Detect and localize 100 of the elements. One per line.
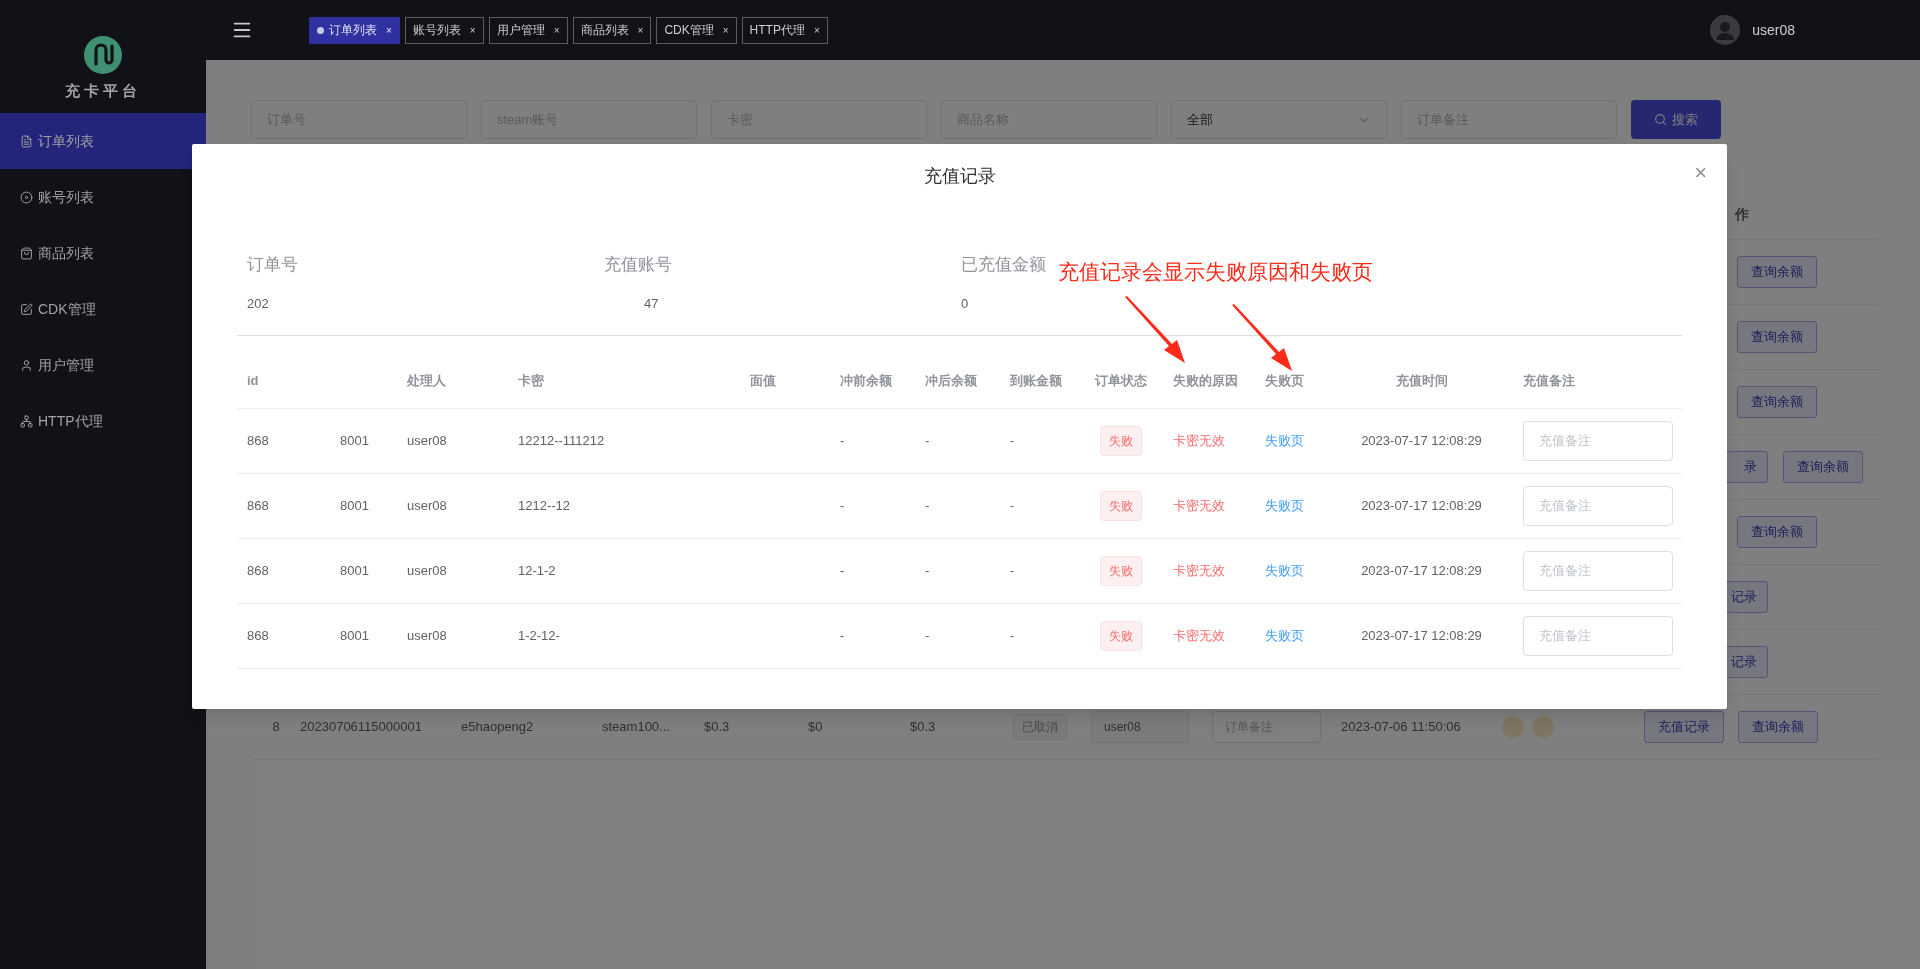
sidebar-item[interactable]: 商品列表 xyxy=(0,225,206,281)
dialog-title: 充值记录 xyxy=(923,164,996,188)
column-header: 充值备注 xyxy=(1523,372,1575,388)
table-cell: 8001 xyxy=(340,497,369,513)
table-cell: 1212--12 xyxy=(518,497,571,513)
table-cell: - xyxy=(1010,432,1015,448)
action-button[interactable]: 查询余额 xyxy=(1737,516,1817,548)
close-icon[interactable]: × xyxy=(813,22,820,38)
page-tab[interactable]: 订单列表 × xyxy=(309,16,400,44)
close-icon[interactable]: × xyxy=(637,22,644,38)
table-cell: 868 xyxy=(247,497,269,513)
table-cell: - xyxy=(1010,627,1015,643)
close-icon[interactable]: × xyxy=(722,22,729,38)
annotation-arrow xyxy=(1124,296,1186,364)
page-tab[interactable]: 商品列表 × xyxy=(572,16,652,44)
action-button[interactable]: 查询余额 xyxy=(1783,451,1863,483)
column-header: 处理人 xyxy=(407,372,446,388)
table-cell: 2023-07-17 12:08:29 xyxy=(1361,497,1482,513)
action-button[interactable]: 查询余额 xyxy=(1737,321,1817,353)
info-label: 已充值金额 xyxy=(961,254,1046,276)
column-header: 到账金额 xyxy=(1010,372,1062,388)
failure-page-link[interactable]: 失败页 xyxy=(1265,497,1304,513)
person-icon xyxy=(20,358,33,372)
failure-page-link[interactable]: 失败页 xyxy=(1265,627,1304,643)
close-icon[interactable]: × xyxy=(469,22,476,38)
table-cell: user08 xyxy=(407,562,447,578)
column-header: 订单状态 xyxy=(1095,372,1147,388)
column-header: id xyxy=(247,372,259,388)
failure-page-link[interactable]: 失败页 xyxy=(1265,432,1304,448)
info-label: 订单号 xyxy=(247,254,298,276)
bag-icon xyxy=(20,246,33,260)
sidebar-item[interactable]: CDK管理 xyxy=(0,281,206,337)
action-button[interactable]: 充值记录 xyxy=(1644,711,1724,743)
page-tab[interactable]: CDK管理 × xyxy=(656,16,737,44)
document-icon xyxy=(20,134,33,148)
action-button[interactable]: 查询余额 xyxy=(1738,711,1818,743)
table-cell: 2023-07-17 12:08:29 xyxy=(1361,432,1482,448)
table-cell: 2023-07-17 12:08:29 xyxy=(1361,627,1482,643)
status-select[interactable]: 全部 xyxy=(1171,100,1387,139)
table-cell: 8001 xyxy=(340,562,369,578)
sidebar-item[interactable]: 账号列表 xyxy=(0,169,206,225)
status-tag: 失败 xyxy=(1100,555,1142,586)
table-cell: 868 xyxy=(247,627,269,643)
table-cell: - xyxy=(1010,562,1015,578)
status-tag: 失败 xyxy=(1100,425,1142,456)
close-icon[interactable]: × xyxy=(1694,156,1707,189)
table-cell: - xyxy=(925,497,930,513)
user-name: user08 xyxy=(1752,20,1795,40)
page-tab[interactable]: 账号列表 × xyxy=(404,16,484,44)
close-icon[interactable]: × xyxy=(553,22,560,38)
table-cell: 8001 xyxy=(340,432,369,448)
column-header: 作 xyxy=(1735,205,1749,224)
table-cell: 2023-07-17 12:08:29 xyxy=(1361,562,1482,578)
network-icon xyxy=(20,414,33,428)
page-tab[interactable]: HTTP代理 × xyxy=(741,16,828,44)
table-cell: 868 xyxy=(247,562,269,578)
table-cell-text: 2023-07-06 11:50:06 xyxy=(1341,718,1462,737)
note-field[interactable]: 充值备注 xyxy=(1523,420,1673,461)
table-cell: - xyxy=(925,562,930,578)
search-icon xyxy=(1654,113,1667,126)
table-cell: - xyxy=(840,562,845,578)
table-cell-text: steam100... xyxy=(602,718,671,737)
page-tab[interactable]: 用户管理 × xyxy=(488,16,568,44)
column-header: 充值时间 xyxy=(1395,372,1448,388)
table-cell: 12-1-2 xyxy=(518,562,556,578)
disc-icon xyxy=(20,190,33,204)
table-cell-text: e5haopeng2 xyxy=(461,718,535,737)
column-header: 冲后余额 xyxy=(925,372,977,388)
info-value: 0 xyxy=(961,294,969,313)
failure-reason: 卡密无效 xyxy=(1173,497,1225,513)
sidebar-item[interactable]: HTTP代理 xyxy=(0,393,206,449)
failure-page-link[interactable]: 失败页 xyxy=(1265,562,1304,578)
status-tag: 失败 xyxy=(1100,490,1142,521)
table-cell: 1-2-12- xyxy=(518,627,560,643)
failure-reason: 卡密无效 xyxy=(1173,562,1225,578)
round-icon xyxy=(1502,716,1524,738)
table-cell-text: $0.3 xyxy=(704,718,731,737)
action-button[interactable]: 查询余额 xyxy=(1737,256,1817,288)
note-field[interactable]: 充值备注 xyxy=(1523,615,1673,656)
close-icon[interactable]: × xyxy=(386,22,392,38)
table-cell: - xyxy=(840,627,845,643)
table-cell: 12212--111212 xyxy=(518,432,605,448)
sidebar-item[interactable]: 用户管理 xyxy=(0,337,206,393)
table-cell-text: 8 xyxy=(271,718,281,737)
table-cell: 8001 xyxy=(340,627,369,643)
table-cell: - xyxy=(840,432,845,448)
action-button[interactable]: 查询余额 xyxy=(1737,386,1817,418)
logo-text: 充卡平台 xyxy=(65,81,141,101)
note-field[interactable]: 充值备注 xyxy=(1523,550,1673,591)
search-button[interactable]: 搜索 xyxy=(1631,100,1721,139)
column-header: 失败页 xyxy=(1265,372,1304,388)
column-header: 面值 xyxy=(750,372,776,388)
sidebar-item[interactable]: 订单列表 xyxy=(0,113,206,169)
column-header: 卡密 xyxy=(518,372,544,388)
note-field[interactable]: 充值备注 xyxy=(1523,485,1673,526)
failure-reason: 卡密无效 xyxy=(1173,432,1225,448)
table-cell-text: 20230706115000001 xyxy=(300,718,423,737)
table-cell: user08 xyxy=(407,432,447,448)
table-cell-text: $0.3 xyxy=(910,718,937,737)
table-cell-text: $0 xyxy=(808,718,824,737)
